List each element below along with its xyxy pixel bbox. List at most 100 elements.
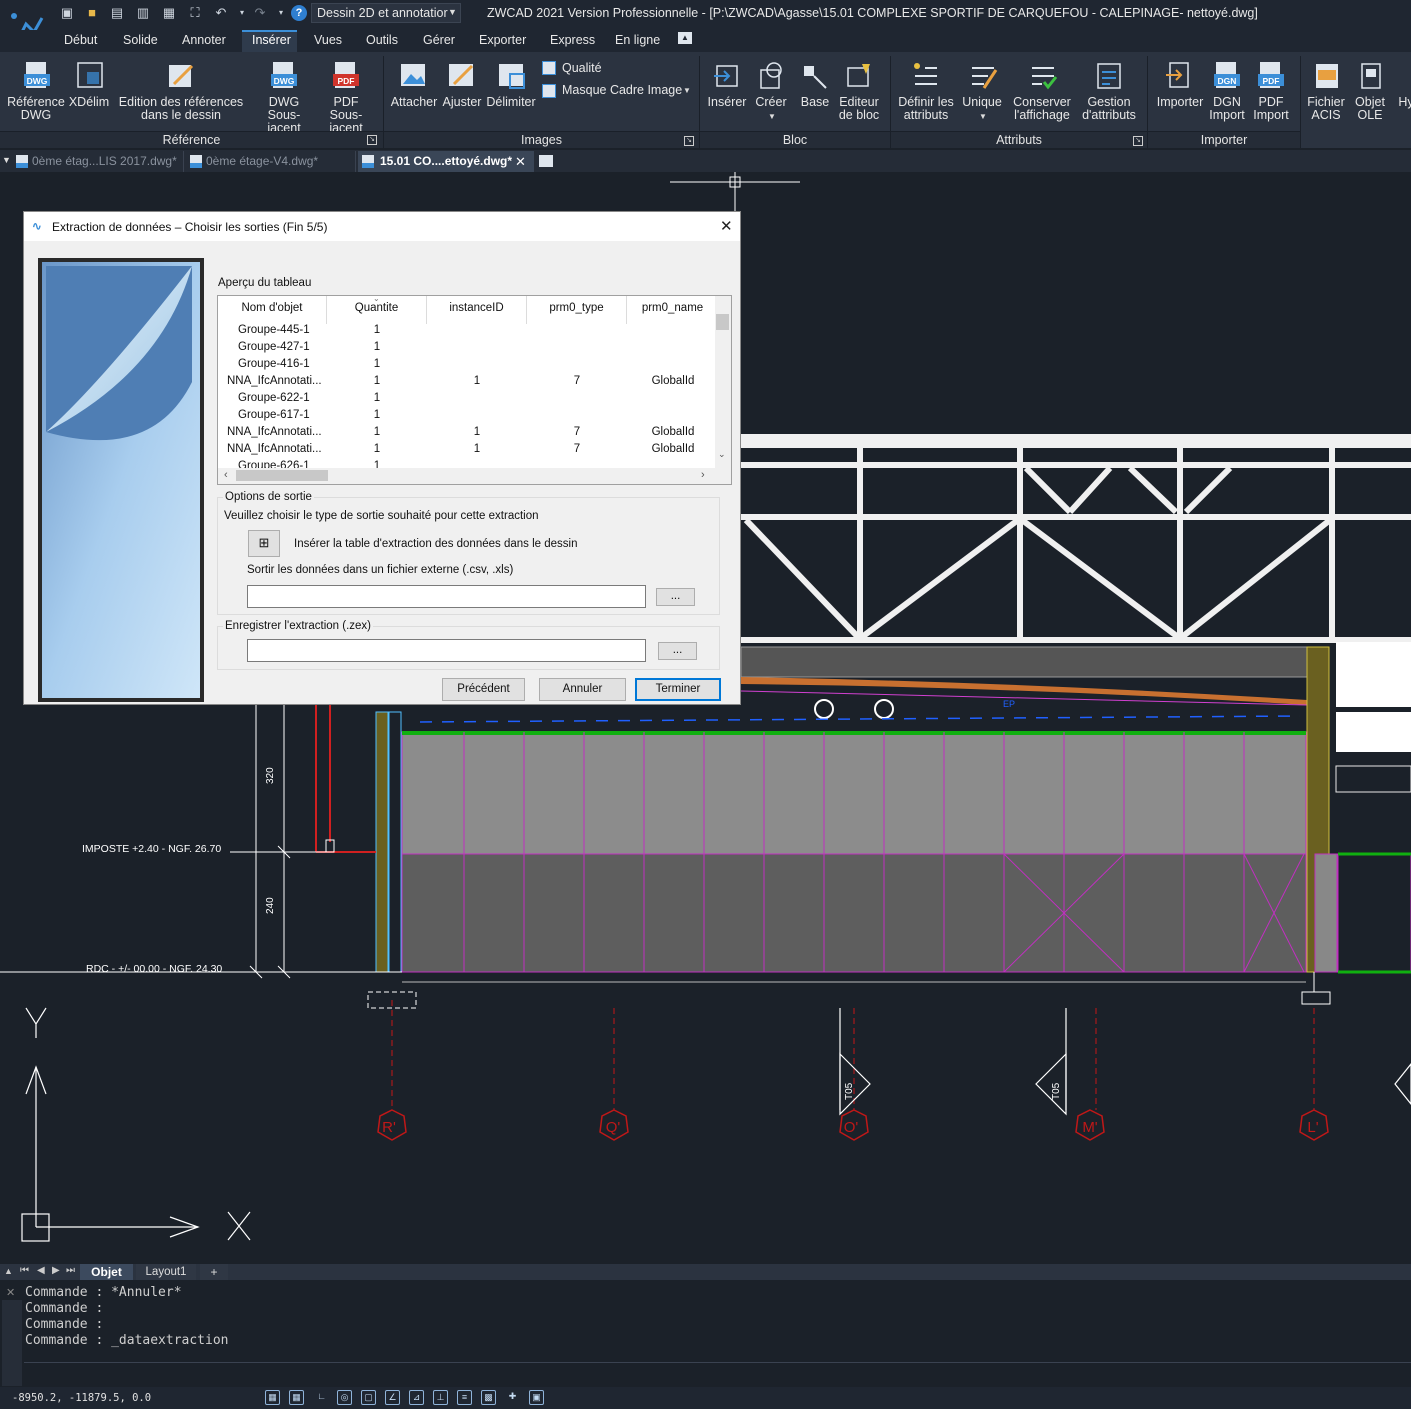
table-cell[interactable] xyxy=(427,339,527,356)
table-cell[interactable]: 1 xyxy=(327,441,427,458)
layout-nav-up-icon[interactable]: ▲ xyxy=(4,1266,13,1276)
quality-button[interactable]: Qualité xyxy=(562,61,602,75)
annotation-icon[interactable]: ▣ xyxy=(529,1390,544,1405)
close-tab-icon[interactable]: ✕ xyxy=(515,154,526,170)
ortho-icon[interactable]: ∟ xyxy=(314,1390,329,1405)
insert-block-button[interactable]: Insérer xyxy=(704,96,750,109)
table-cell[interactable]: NNA_IfcAnnotati... xyxy=(218,424,327,441)
command-input[interactable] xyxy=(24,1362,1411,1384)
new-icon[interactable]: ▣ xyxy=(59,5,75,21)
tab-express[interactable]: Express xyxy=(550,33,595,47)
external-file-input[interactable] xyxy=(247,585,646,608)
save-extraction-input[interactable] xyxy=(247,639,646,662)
col-header-instanceid[interactable]: instanceID xyxy=(427,296,527,324)
selection-cycling-icon[interactable]: ✚ xyxy=(505,1390,520,1405)
undo-icon[interactable]: ↶ xyxy=(213,5,229,21)
hyperlink-button[interactable]: Hy xyxy=(1396,96,1411,109)
vertical-scrollbar[interactable]: ⌄ xyxy=(715,296,731,468)
cancel-button[interactable]: Annuler xyxy=(539,678,626,701)
layout-nav-first-icon[interactable]: ⏮ xyxy=(20,1265,29,1276)
table-cell[interactable]: 1 xyxy=(427,424,527,441)
table-cell[interactable]: 7 xyxy=(527,373,627,390)
dynamic-ucs-icon[interactable]: ⊿ xyxy=(409,1390,424,1405)
define-attributes-button[interactable]: Définir les attributs xyxy=(894,96,958,122)
block-editor-button[interactable]: Editeur de bloc xyxy=(836,96,882,122)
table-cell[interactable]: 1 xyxy=(327,339,427,356)
table-cell[interactable]: GlobalId xyxy=(627,373,719,390)
save-as-icon[interactable]: ▥ xyxy=(135,5,151,21)
tab-annoter[interactable]: Annoter xyxy=(182,33,226,47)
table-cell[interactable] xyxy=(527,339,627,356)
previous-button[interactable]: Précédent xyxy=(442,678,525,701)
tab-vues[interactable]: Vues xyxy=(314,33,342,47)
scroll-left-icon[interactable]: ‹ xyxy=(224,469,228,481)
base-button[interactable]: Base xyxy=(796,96,834,109)
preview-table[interactable]: Nom d'objet Quantite ⌄ instanceID prm0_t… xyxy=(217,295,732,485)
insert-table-button[interactable]: ⊞ xyxy=(248,530,280,557)
tab-layout1[interactable]: Layout1 xyxy=(136,1264,196,1280)
table-cell[interactable]: Groupe-622-1 xyxy=(218,390,327,407)
table-cell[interactable] xyxy=(627,390,719,407)
scroll-down-icon[interactable]: ⌄ xyxy=(718,449,726,460)
pdf-underlay-button[interactable]: PDF Sous-jacent xyxy=(316,96,376,135)
reference-expand-icon[interactable]: ↘ xyxy=(367,135,377,145)
polar-icon[interactable]: ◎ xyxy=(337,1390,352,1405)
open-folder-icon[interactable]: ■ xyxy=(84,5,100,21)
tabs-menu-icon[interactable]: ▼ xyxy=(2,155,11,165)
save-extraction-browse-button[interactable]: ... xyxy=(658,642,697,660)
redo-icon[interactable]: ↷ xyxy=(252,5,268,21)
doc-tab-0eme-etage-v4[interactable]: 0ème étage-V4.dwg* xyxy=(188,151,356,172)
col-header-prm0-name[interactable]: prm0_name xyxy=(627,296,719,324)
collapse-ribbon-icon[interactable]: ▲ xyxy=(678,32,692,44)
table-cell[interactable]: NNA_IfcAnnotati... xyxy=(218,373,327,390)
scroll-thumb[interactable] xyxy=(716,314,729,330)
edit-reference-button[interactable]: Edition des références dans le dessin xyxy=(112,96,250,122)
table-cell[interactable]: NNA_IfcAnnotati... xyxy=(218,441,327,458)
tab-outils[interactable]: Outils xyxy=(366,33,398,47)
layout-nav-next-icon[interactable]: ▶ xyxy=(52,1265,60,1276)
horizontal-scrollbar[interactable]: ‹ › xyxy=(218,468,731,484)
table-cell[interactable] xyxy=(627,322,719,339)
table-cell[interactable]: 1 xyxy=(327,373,427,390)
clip-button[interactable]: Délimiter xyxy=(485,96,537,109)
adjust-button[interactable]: Ajuster xyxy=(440,96,484,109)
image-frame-dropdown-icon[interactable]: ▼ xyxy=(683,86,691,95)
undo-dropdown-icon[interactable]: ▾ xyxy=(234,5,250,21)
scroll-right-icon[interactable]: › xyxy=(701,469,705,481)
table-cell[interactable]: Groupe-416-1 xyxy=(218,356,327,373)
osnap-icon[interactable]: ▢ xyxy=(361,1390,376,1405)
tab-add-layout[interactable]: + xyxy=(200,1264,228,1280)
transparency-icon[interactable]: ▩ xyxy=(481,1390,496,1405)
table-cell[interactable] xyxy=(427,356,527,373)
tab-en-ligne[interactable]: En ligne xyxy=(615,33,660,47)
external-file-browse-button[interactable]: ... xyxy=(656,588,695,606)
single-dropdown-icon[interactable]: ▼ xyxy=(979,112,987,121)
workspace-select[interactable]: Dessin 2D et annotatior xyxy=(311,3,461,23)
table-cell[interactable]: 7 xyxy=(527,424,627,441)
create-block-button[interactable]: Créer xyxy=(750,96,792,109)
table-cell[interactable]: 1 xyxy=(327,322,427,339)
table-cell[interactable]: Groupe-427-1 xyxy=(218,339,327,356)
table-cell[interactable]: Groupe-617-1 xyxy=(218,407,327,424)
table-cell[interactable]: GlobalId xyxy=(627,424,719,441)
keep-display-button[interactable]: Conserver l'affichage xyxy=(1006,96,1078,122)
save-icon[interactable]: ▤ xyxy=(109,5,125,21)
layout-nav-prev-icon[interactable]: ◀ xyxy=(37,1265,45,1276)
pdf-import-button[interactable]: PDF Import xyxy=(1250,96,1292,122)
table-cell[interactable]: 1 xyxy=(327,356,427,373)
images-expand-icon[interactable]: ↘ xyxy=(684,136,694,146)
tab-inserer[interactable]: Insérer xyxy=(252,33,291,47)
table-cell[interactable] xyxy=(427,407,527,424)
image-frame-button[interactable]: Masque Cadre Image xyxy=(562,83,682,97)
reference-dwg-button[interactable]: Référence DWG xyxy=(5,96,67,122)
tab-debut[interactable]: Début xyxy=(64,33,97,47)
dwg-underlay-button[interactable]: DWG Sous-jacent xyxy=(252,96,316,135)
tab-exporter[interactable]: Exporter xyxy=(479,33,526,47)
table-cell[interactable] xyxy=(527,390,627,407)
grid-display-icon[interactable]: ▦ xyxy=(265,1390,280,1405)
table-cell[interactable] xyxy=(427,322,527,339)
table-cell[interactable]: 1 xyxy=(427,373,527,390)
attach-button[interactable]: Attacher xyxy=(388,96,440,109)
finish-button[interactable]: Terminer xyxy=(635,678,721,701)
col-header-nom[interactable]: Nom d'objet xyxy=(218,296,327,324)
